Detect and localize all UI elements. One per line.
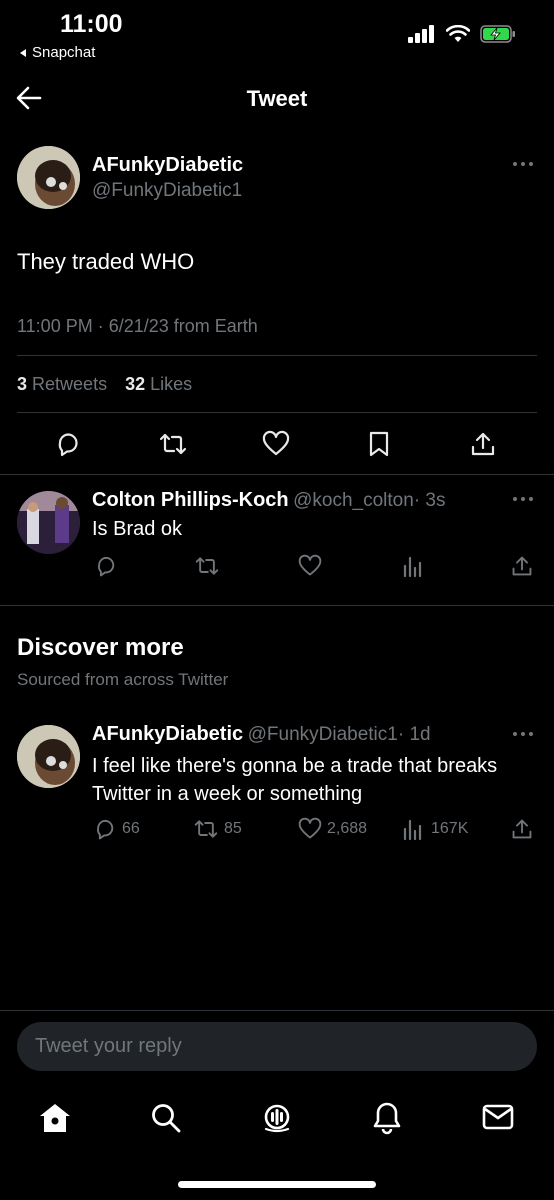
more-dots-icon — [513, 497, 533, 501]
share-icon[interactable] — [470, 430, 496, 458]
battery-charging-icon — [480, 24, 516, 44]
main-tweet-timestamp[interactable]: 11:00 PM · 6/21/23 from Earth — [17, 316, 258, 337]
more-dots-icon — [513, 732, 533, 736]
bookmark-icon[interactable] — [367, 430, 391, 458]
retweet-icon[interactable] — [193, 817, 219, 841]
reply-input-placeholder: Tweet your reply — [35, 1035, 182, 1057]
discover-more-options-button[interactable] — [512, 730, 534, 738]
discover-tweet-handle[interactable]: @FunkyDiabetic1 — [248, 724, 398, 745]
reply-icon[interactable] — [94, 554, 118, 578]
like-heart-icon[interactable] — [262, 430, 290, 458]
like-heart-icon[interactable] — [298, 554, 322, 578]
share-icon[interactable] — [511, 817, 533, 841]
main-tweet-display-name[interactable]: AFunkyDiabetic — [92, 154, 243, 177]
status-icons — [408, 24, 516, 44]
discover-tweet-header: AFunkyDiabetic @FunkyDiabetic1· 1d — [92, 723, 431, 746]
likes-count[interactable]: 32 — [125, 374, 145, 394]
reply-actions — [0, 552, 554, 582]
divider — [0, 474, 554, 475]
avatar-colton-phillips-koch[interactable] — [17, 491, 80, 554]
status-time: 11:00 — [60, 10, 123, 38]
home-icon[interactable] — [38, 1102, 72, 1134]
discover-reply-count: 66 — [122, 820, 140, 837]
back-app-label: Snapchat — [32, 44, 96, 61]
views-analytics-icon[interactable] — [402, 817, 424, 841]
discover-like-count: 2,688 — [327, 820, 368, 837]
back-to-app-link[interactable]: Snapchat — [18, 44, 95, 61]
back-triangle-icon — [18, 48, 28, 58]
more-options-button[interactable] — [512, 160, 534, 168]
reply-icon[interactable] — [54, 430, 82, 458]
discover-tweet-text-line-1: I feel like there's gonna be a trade tha… — [92, 755, 498, 777]
wifi-icon — [446, 25, 470, 43]
discover-tweet-text-line-2: Twitter in a week or something — [92, 783, 363, 805]
signal-icon — [408, 25, 436, 43]
discover-view-count: 167K — [431, 820, 469, 837]
reply-text: Is Brad ok — [92, 518, 183, 540]
retweet-icon[interactable] — [158, 430, 188, 458]
reply-icon[interactable] — [93, 817, 117, 841]
avatar-afunkydiabetic[interactable] — [17, 725, 80, 788]
more-dots-icon — [513, 162, 533, 166]
engagement-stats: 3 Retweets 32 Likes — [17, 374, 192, 395]
main-tweet-text: They traded WHO — [17, 249, 195, 274]
discover-retweet-count: 85 — [224, 820, 242, 837]
likes-label[interactable]: Likes — [150, 374, 192, 394]
messages-mail-icon[interactable] — [482, 1103, 514, 1131]
page-title: Tweet — [246, 86, 308, 111]
views-analytics-icon[interactable] — [402, 554, 424, 578]
search-icon[interactable] — [150, 1102, 182, 1134]
discover-tweet-time[interactable]: · 1d — [398, 724, 431, 745]
main-tweet-actions — [0, 420, 554, 470]
spaces-icon[interactable] — [260, 1100, 294, 1134]
discover-title: Discover more — [17, 634, 184, 661]
discover-tweet-display-name[interactable]: AFunkyDiabetic — [92, 723, 243, 745]
home-indicator — [178, 1181, 376, 1188]
discover-subtitle: Sourced from across Twitter — [17, 670, 229, 689]
notifications-bell-icon[interactable] — [371, 1101, 403, 1135]
avatar-afunkydiabetic[interactable] — [17, 146, 80, 209]
retweets-count[interactable]: 3 — [17, 374, 27, 394]
reply-handle[interactable]: @koch_colton — [293, 490, 414, 511]
divider — [0, 1010, 554, 1011]
reply-time[interactable]: · 3s — [414, 490, 446, 511]
divider — [0, 605, 554, 606]
retweets-label[interactable]: Retweets — [32, 374, 107, 394]
reply-header: Colton Phillips-Koch @koch_colton· 3s — [92, 489, 446, 512]
reply-display-name[interactable]: Colton Phillips-Koch — [92, 489, 289, 511]
divider — [17, 355, 537, 356]
like-heart-icon[interactable] — [298, 817, 322, 841]
share-icon[interactable] — [511, 554, 533, 578]
divider — [17, 412, 537, 413]
reply-more-options-button[interactable] — [512, 495, 534, 503]
retweet-icon[interactable] — [194, 554, 220, 578]
discover-tweet-text: I feel like there's gonna be a trade tha… — [92, 752, 497, 808]
main-tweet-handle[interactable]: @FunkyDiabetic1 — [92, 180, 242, 202]
reply-input[interactable]: Tweet your reply — [17, 1022, 537, 1071]
discover-tweet-actions: 66 85 2,688 167K — [0, 815, 554, 845]
